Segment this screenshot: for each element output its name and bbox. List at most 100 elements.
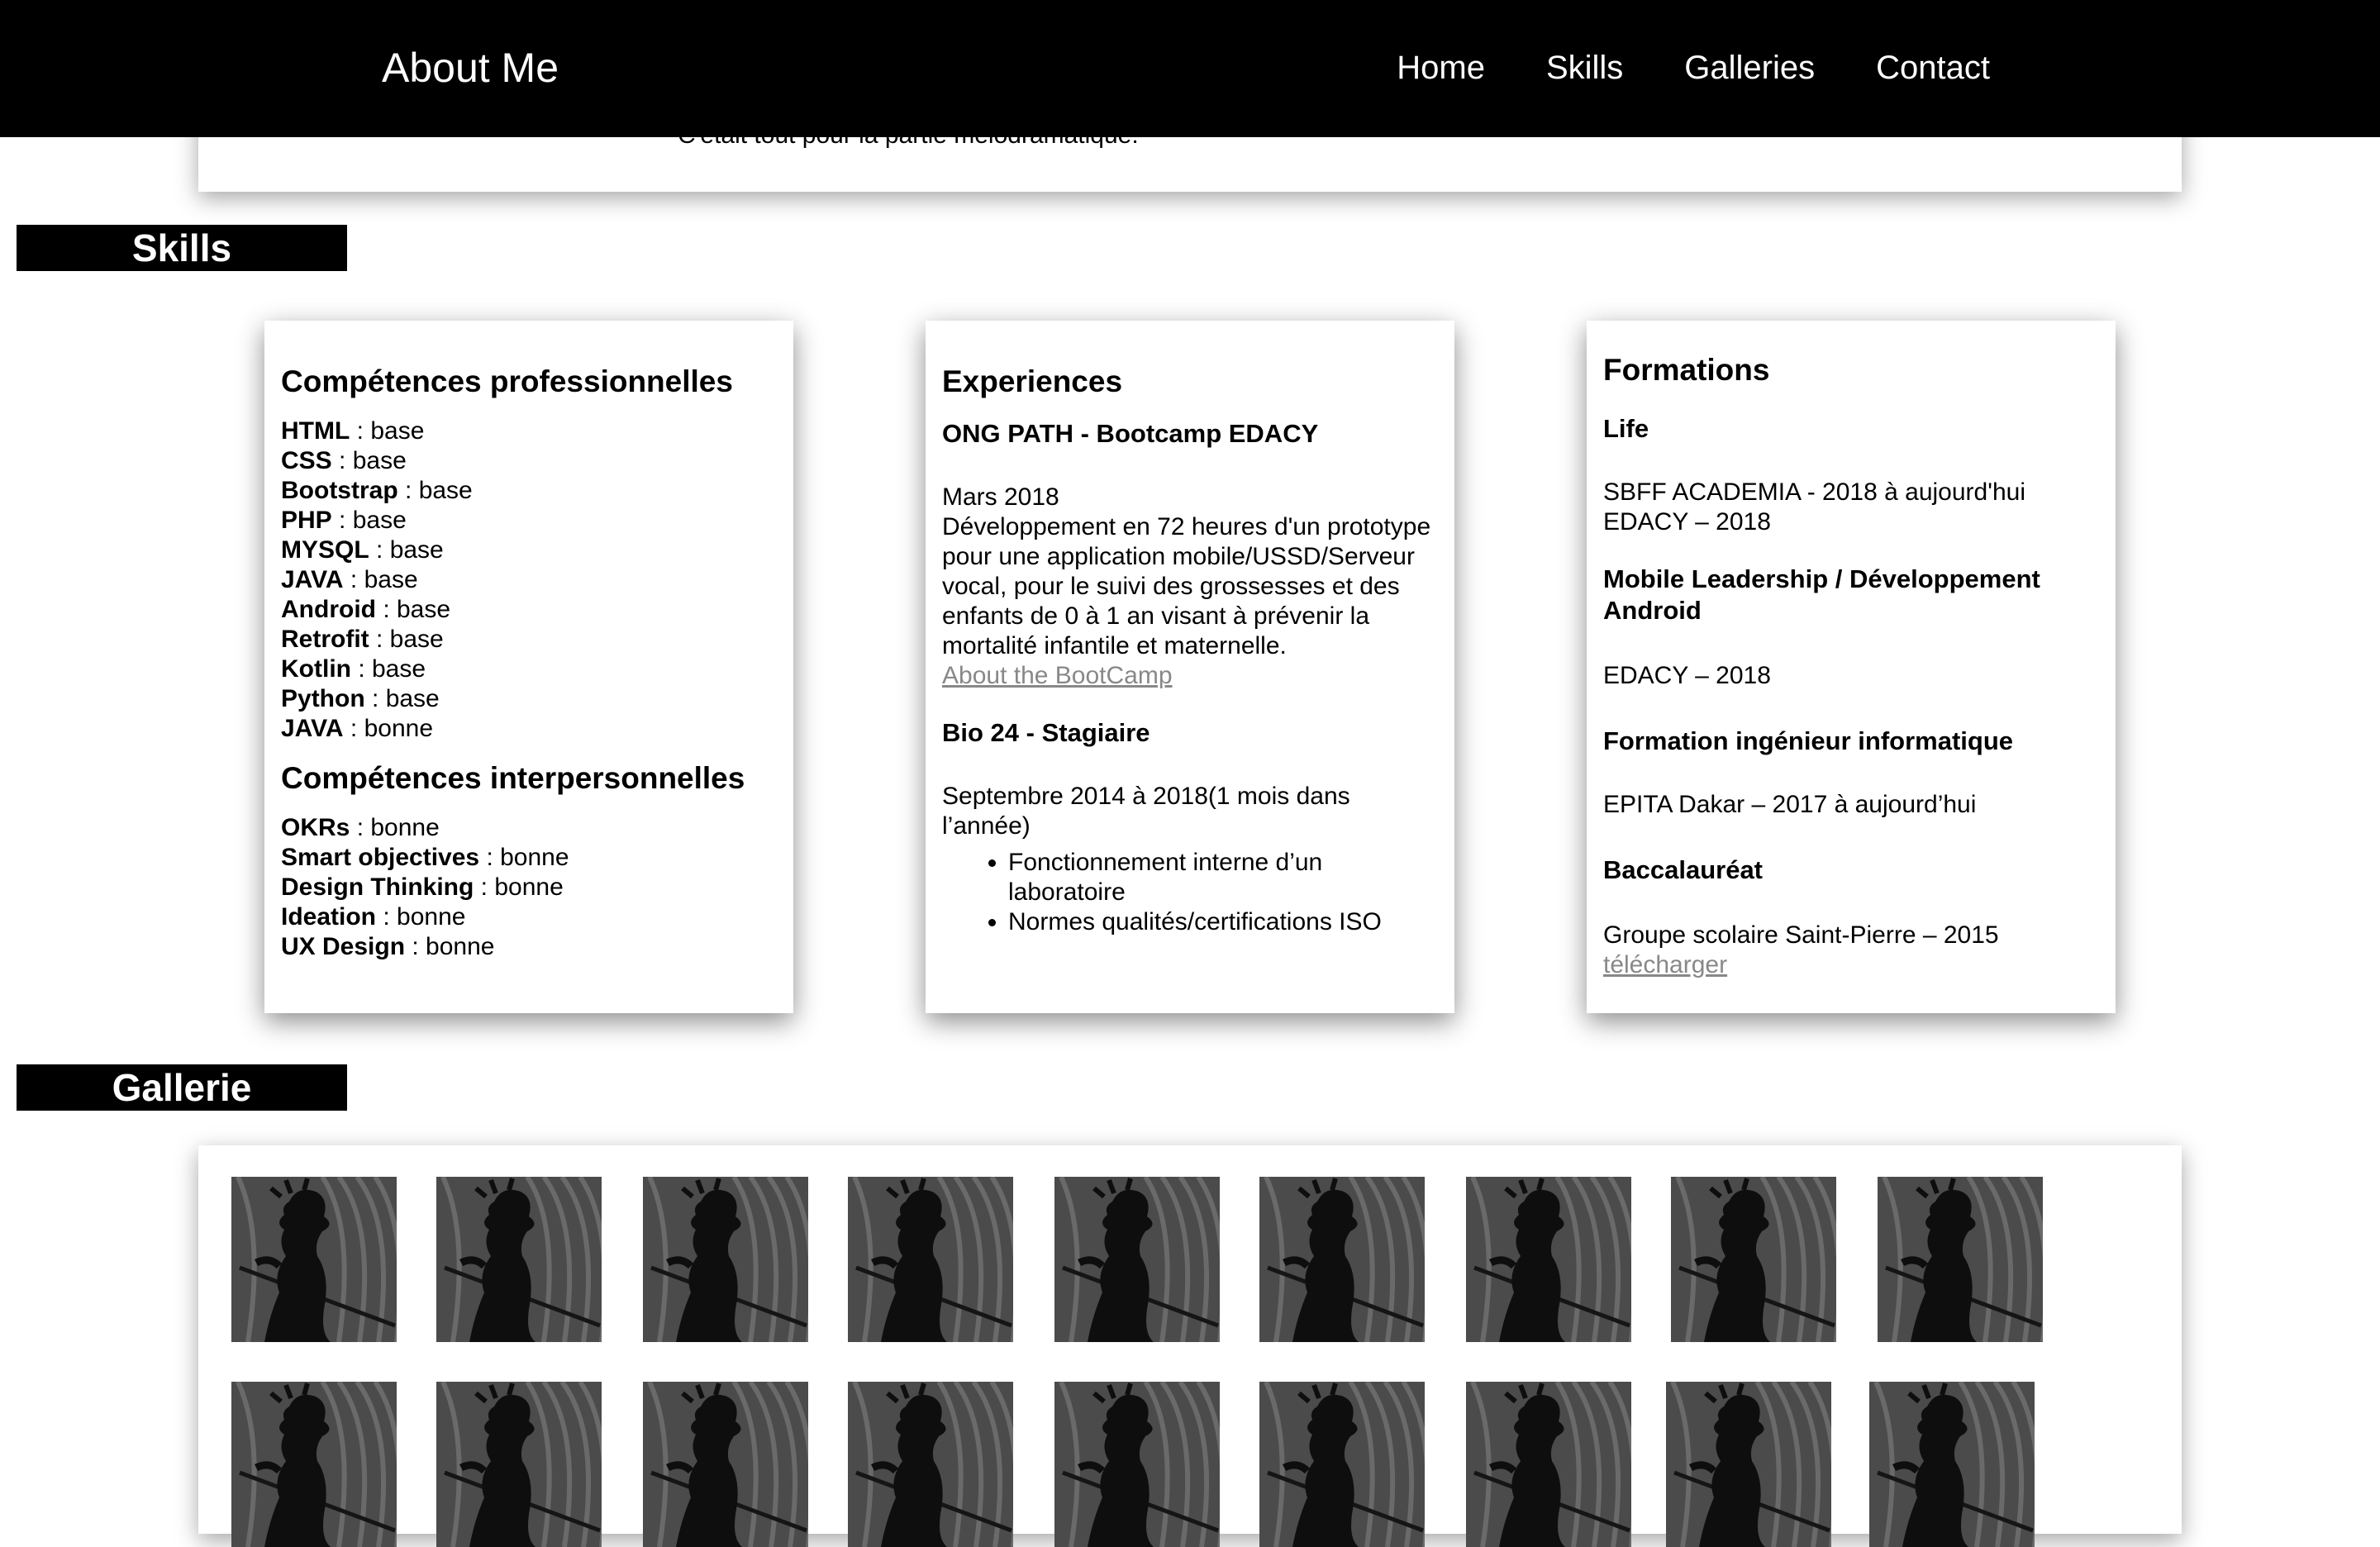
gallery-thumbnail[interactable] (1259, 1177, 1425, 1342)
gallery-thumbnail[interactable] (436, 1177, 602, 1342)
nav-link-galleries[interactable]: Galleries (1684, 46, 1815, 89)
skill-name: Smart objectives (281, 844, 480, 871)
skill-separator: : (331, 447, 353, 474)
skill-separator: : (479, 844, 501, 871)
gallery-heading: Gallerie (17, 1064, 347, 1111)
skill-level: bonne (494, 873, 564, 901)
gallery-thumbnail[interactable] (1466, 1382, 1631, 1547)
nav-links: Home Skills Galleries Contact (1335, 46, 1990, 89)
bootcamp-link[interactable]: About the BootCamp (942, 662, 1173, 689)
formation-3-line: EPITA Dakar – 2017 à aujourd’hui (1603, 791, 1977, 818)
skill-separator: : (474, 873, 495, 901)
skill-row: MYSQL : base (281, 536, 777, 565)
skill-row: UX Design : bonne (281, 932, 777, 962)
skill-row: Smart objectives : bonne (281, 843, 777, 873)
gallery-thumbnail[interactable] (1878, 1177, 2043, 1342)
skill-name: UX Design (281, 933, 406, 960)
experiences-card: Experiences ONG PATH - Bootcamp EDACY Ma… (926, 321, 1454, 1013)
skill-row: OKRs : bonne (281, 813, 777, 843)
gallery-thumbnail[interactable] (231, 1382, 397, 1547)
skill-name: JAVA (281, 566, 344, 593)
competences-card: Compétences professionnelles HTML : base… (264, 321, 793, 1013)
skill-name: Kotlin (281, 655, 351, 683)
skill-separator: : (350, 814, 371, 841)
brand-link[interactable]: About Me (382, 43, 559, 93)
list-item: Normes qualités/certifications ISO (1008, 907, 1438, 937)
skill-row: HTML : base (281, 416, 777, 446)
skill-separator: : (369, 626, 390, 653)
gallery-thumbnail[interactable] (231, 1177, 397, 1342)
skill-name: Retrofit (281, 626, 369, 653)
skill-level: base (389, 536, 444, 564)
gallery-thumbnail[interactable] (1666, 1382, 1831, 1547)
nav-link-skills[interactable]: Skills (1546, 46, 1623, 89)
professional-skills-list: HTML : base CSS : base Bootstrap : base PHP… (281, 416, 777, 744)
formation-3-title: Formation ingénieur informatique (1603, 726, 2014, 755)
experiences-title: Experiences (942, 364, 1123, 398)
nav-link-home[interactable]: Home (1397, 46, 1485, 89)
skill-separator: : (375, 596, 397, 623)
experience-2-title: Bio 24 - Stagiaire (942, 718, 1150, 747)
skill-separator: : (350, 655, 372, 683)
skill-name: Android (281, 596, 376, 623)
skill-name: Bootstrap (281, 477, 398, 504)
gallery-thumbnail[interactable] (1259, 1382, 1425, 1547)
skill-row: JAVA : bonne (281, 714, 777, 744)
gallery-thumbnail[interactable] (1054, 1177, 1220, 1342)
skill-separator: : (405, 933, 426, 960)
formation-1-title: Life (1603, 414, 1649, 443)
skill-level: bonne (500, 844, 569, 871)
skill-row: Ideation : bonne (281, 902, 777, 932)
skill-level: bonne (364, 715, 434, 742)
navbar: About Me Home Skills Galleries Contact (0, 0, 2380, 137)
skill-name: Ideation (281, 903, 377, 931)
nav-link-contact[interactable]: Contact (1876, 46, 1990, 89)
skill-name: JAVA (281, 715, 344, 742)
professional-skills-title: Compétences professionnelles (281, 364, 733, 398)
skill-level: base (397, 596, 451, 623)
skill-row: CSS : base (281, 446, 777, 476)
skill-name: MYSQL (281, 536, 369, 564)
gallery-thumbnail[interactable] (848, 1382, 1013, 1547)
skill-row: Design Thinking : bonne (281, 873, 777, 902)
skill-row: Bootstrap : base (281, 476, 777, 506)
formation-2-line: EDACY – 2018 (1603, 662, 1771, 689)
formation-1-line-2: EDACY – 2018 (1603, 508, 1771, 536)
skill-name: Python (281, 685, 365, 712)
skill-separator: : (376, 903, 397, 931)
gallery-thumbnail[interactable] (1466, 1177, 1631, 1342)
gallery-thumbnail[interactable] (1671, 1177, 1836, 1342)
skill-separator: : (331, 507, 353, 534)
download-link[interactable]: télécharger (1603, 951, 1727, 978)
skill-level: base (370, 417, 425, 445)
skills-heading: Skills (17, 225, 347, 271)
skill-level: base (385, 685, 440, 712)
formation-1-line-1: SBFF ACADEMIA - 2018 à aujourd'hui (1603, 478, 2025, 506)
formations-card: Formations Life SBFF ACADEMIA - 2018 à a… (1587, 321, 2116, 1013)
skill-name: Design Thinking (281, 873, 474, 901)
skill-level: base (389, 626, 444, 653)
list-item: Fonctionnement interne d’un laboratoire (1008, 848, 1438, 907)
gallery-thumbnail[interactable] (643, 1177, 808, 1342)
skill-row: Android : base (281, 595, 777, 625)
interpersonal-skills-title: Compétences interpersonnelles (281, 761, 745, 795)
skill-name: HTML (281, 417, 350, 445)
experience-1-title: ONG PATH - Bootcamp EDACY (942, 419, 1319, 448)
skill-level: base (418, 477, 473, 504)
skill-level: bonne (370, 814, 440, 841)
gallery-thumbnail[interactable] (848, 1177, 1013, 1342)
skill-row: PHP : base (281, 506, 777, 536)
gallery-thumbnail[interactable] (1869, 1382, 2035, 1547)
gallery-thumbnail[interactable] (436, 1382, 602, 1547)
formation-2-title: Mobile Leadership / Développement Androi… (1603, 564, 2040, 625)
formation-4-title: Baccalauréat (1603, 855, 1764, 884)
gallery-thumbnail[interactable] (1054, 1382, 1220, 1547)
experience-1-date: Mars 2018 (942, 483, 1059, 511)
skill-name: CSS (281, 447, 332, 474)
skill-row: Retrofit : base (281, 625, 777, 654)
gallery-thumbnail[interactable] (643, 1382, 808, 1547)
formation-4-line: Groupe scolaire Saint-Pierre – 2015 (1603, 921, 1999, 949)
skill-separator: : (369, 536, 390, 564)
skill-separator: : (364, 685, 386, 712)
formations-title: Formations (1603, 353, 1770, 387)
